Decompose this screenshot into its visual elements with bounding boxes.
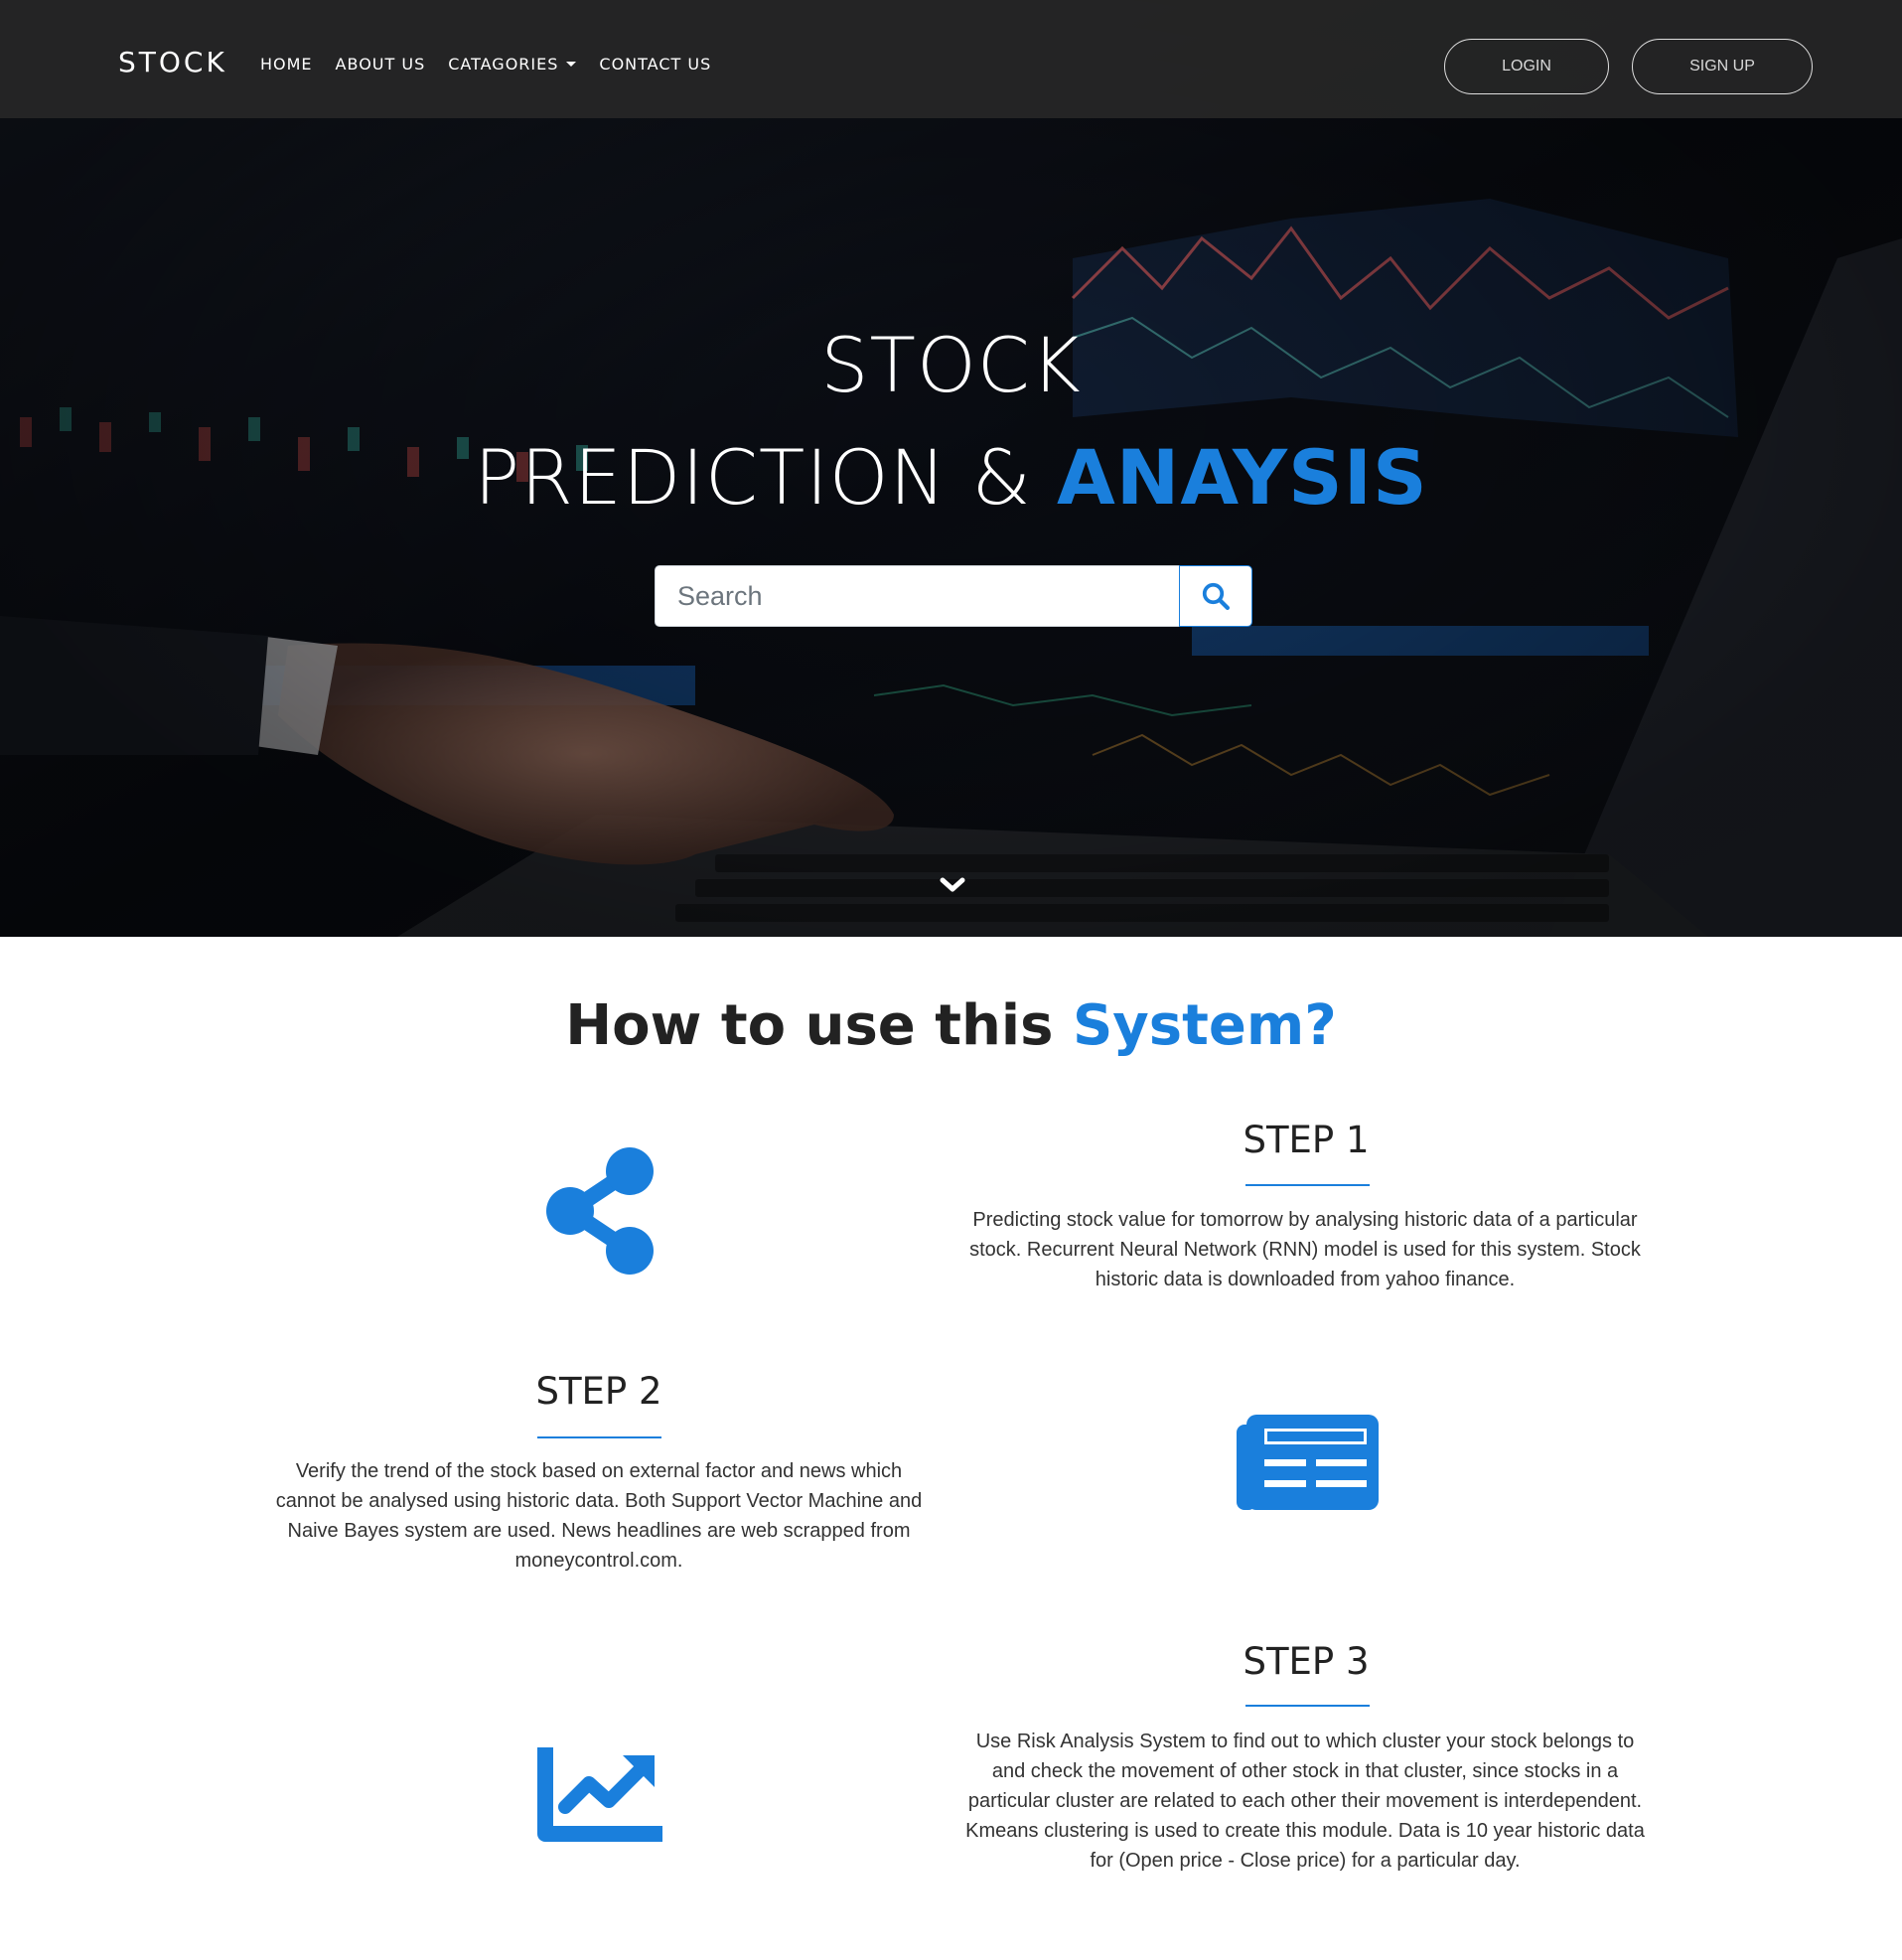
- chevron-down-icon[interactable]: [938, 874, 967, 896]
- step3-title: STEP 3: [1243, 1640, 1370, 1683]
- howto-title-plain: How to use this: [565, 993, 1073, 1058]
- newspaper-icon: [1237, 1415, 1379, 1510]
- login-button[interactable]: LOGIN: [1444, 39, 1609, 94]
- nav-categories-label: CATAGORIES: [448, 55, 559, 74]
- hero-search-form: [655, 565, 1252, 627]
- step2-description: Verify the trend of the stock based on e…: [275, 1460, 923, 1572]
- top-navbar: STOCK HOME ABOUT US CATAGORIES CONTACT U…: [0, 0, 1902, 118]
- hero-title-line2: PREDICTION & ANAYSIS: [0, 433, 1902, 522]
- hero-title-plain: PREDICTION &: [474, 433, 1057, 522]
- signup-button[interactable]: SIGN UP: [1632, 39, 1813, 94]
- search-button[interactable]: [1179, 565, 1252, 627]
- search-input[interactable]: [655, 565, 1179, 627]
- step3-underline: [1245, 1705, 1370, 1707]
- howto-title-accent: System?: [1072, 993, 1337, 1058]
- step3-description: Use Risk Analysis System to find out to …: [965, 1731, 1645, 1872]
- nav-home-link[interactable]: HOME: [260, 55, 313, 74]
- hero-section: STOCK HOME ABOUT US CATAGORIES CONTACT U…: [0, 0, 1902, 937]
- nav-categories-dropdown[interactable]: CATAGORIES: [448, 55, 577, 74]
- nav-about-link[interactable]: ABOUT US: [336, 55, 426, 74]
- caret-down-icon: [566, 62, 577, 67]
- step1-title: STEP 1: [1243, 1119, 1370, 1161]
- nav-links: HOME ABOUT US CATAGORIES CONTACT US: [260, 55, 734, 74]
- share-icon: [546, 1147, 654, 1275]
- chart-line-icon: [537, 1747, 662, 1842]
- howto-section-title: How to use this System?: [0, 993, 1902, 1058]
- nav-contact-link[interactable]: CONTACT US: [599, 55, 711, 74]
- step2-title: STEP 2: [535, 1370, 662, 1413]
- hero-title-line1: STOCK: [820, 321, 1082, 409]
- search-icon: [1202, 582, 1230, 610]
- step1-underline: [1245, 1184, 1370, 1186]
- step1-description: Predicting stock value for tomorrow by a…: [969, 1209, 1641, 1290]
- hero-title-accent: ANAYSIS: [1056, 433, 1428, 522]
- step2-underline: [537, 1436, 661, 1438]
- brand-logo[interactable]: STOCK: [118, 46, 227, 78]
